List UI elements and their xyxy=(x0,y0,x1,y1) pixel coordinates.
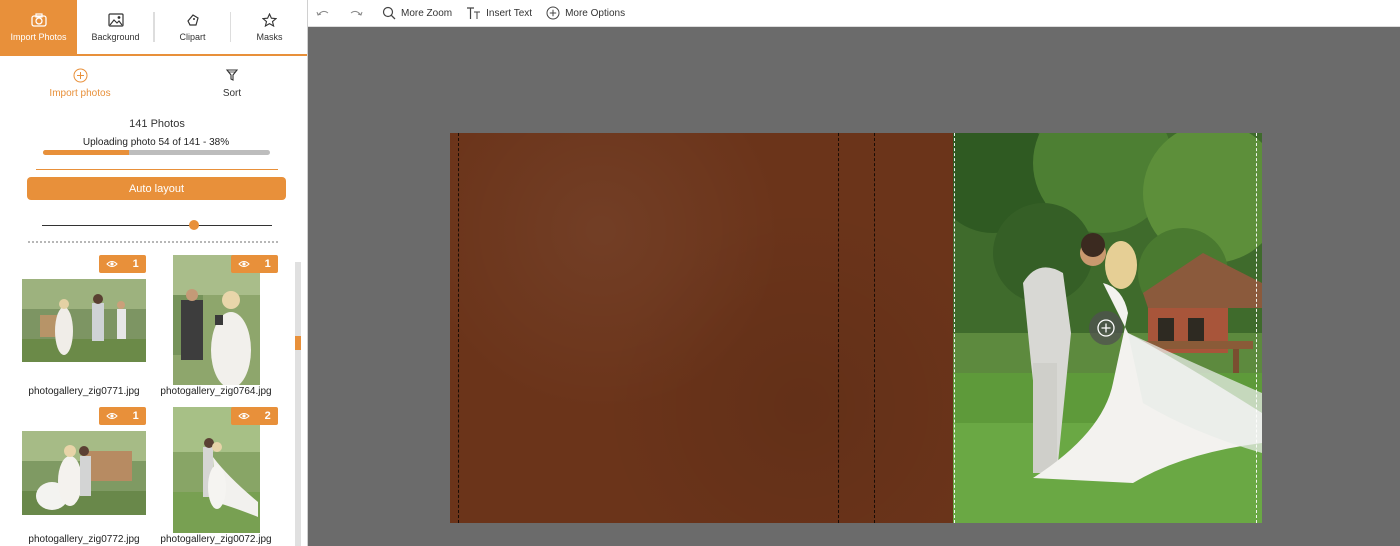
eye-icon xyxy=(238,413,250,419)
plus-circle-icon xyxy=(546,6,560,20)
photo-thumbnail[interactable]: 1 photogallery_zig0772.jpg xyxy=(22,407,146,546)
album-spread[interactable] xyxy=(450,133,1262,523)
photo-image xyxy=(22,279,146,362)
bleed-guide xyxy=(458,133,459,523)
star-icon xyxy=(262,12,277,28)
usage-count: 2 xyxy=(264,410,271,422)
tab-import-photos[interactable]: Import Photos xyxy=(0,0,77,54)
insert-text-label: Insert Text xyxy=(486,7,533,19)
usage-count: 1 xyxy=(132,258,139,270)
panel-actions: Import photos Sort xyxy=(0,68,307,104)
sort-icon xyxy=(225,68,239,84)
sort-label: Sort xyxy=(222,88,242,99)
clipart-icon xyxy=(185,12,201,28)
tab-label: Masks xyxy=(256,32,283,42)
upload-progress-bar xyxy=(43,150,270,155)
plus-circle-icon xyxy=(1097,319,1115,337)
slider-track xyxy=(42,225,272,226)
usage-count: 1 xyxy=(132,410,139,422)
slider-thumb[interactable] xyxy=(188,220,199,230)
photo-image xyxy=(173,255,260,385)
usage-count: 1 xyxy=(264,258,271,270)
image-icon xyxy=(107,12,124,28)
photo-bleed-guide xyxy=(1256,133,1257,523)
photo-image xyxy=(22,431,146,515)
more-options-button[interactable]: More Options xyxy=(546,6,625,20)
auto-layout-button[interactable]: Auto layout xyxy=(27,177,286,200)
eye-icon xyxy=(106,413,118,419)
plus-circle-icon xyxy=(73,68,88,84)
panel-tabs: Import Photos Background Clipart Masks xyxy=(0,0,307,56)
thumbnail-size-slider[interactable] xyxy=(42,218,272,232)
photo-bleed-guide xyxy=(954,133,955,523)
upload-progress-fill xyxy=(43,150,130,155)
more-zoom-label: More Zoom xyxy=(401,7,453,19)
camera-icon xyxy=(30,12,47,28)
photo-image xyxy=(173,407,260,533)
sort-button[interactable]: Sort xyxy=(202,68,262,99)
text-icon xyxy=(467,6,481,19)
eye-icon xyxy=(238,261,250,267)
usage-badge: 1 xyxy=(99,255,146,273)
tab-clipart[interactable]: Clipart xyxy=(154,0,231,54)
tab-label: Background xyxy=(91,32,140,42)
photo-count: 141 Photos xyxy=(129,118,185,130)
spine-guide-right xyxy=(874,133,875,523)
more-zoom-button[interactable]: More Zoom xyxy=(382,6,452,20)
photo-grid-scrollbar[interactable] xyxy=(295,262,301,546)
tab-masks[interactable]: Masks xyxy=(231,0,307,54)
import-photos-button[interactable]: Import photos xyxy=(40,68,120,99)
spine-guide-left xyxy=(838,133,839,523)
import-photos-label: Import photos xyxy=(49,88,111,99)
add-element-button[interactable] xyxy=(1089,311,1123,345)
magnifier-icon xyxy=(382,6,396,20)
photo-thumbnail[interactable]: 2 photogallery_zig0072.jpg xyxy=(154,407,278,546)
tab-label: Clipart xyxy=(179,32,206,42)
upload-status: Uploading photo 54 of 141 - 38% xyxy=(82,137,230,148)
cut-off-filenames-row xyxy=(28,241,278,245)
more-options-label: More Options xyxy=(565,7,626,19)
undo-icon xyxy=(316,10,329,16)
usage-badge: 2 xyxy=(231,407,278,425)
photo-filename: photogallery_zig0771.jpg xyxy=(28,386,140,397)
leather-cover[interactable] xyxy=(450,133,953,523)
left-panel: Import Photos Background Clipart Masks I… xyxy=(0,0,308,546)
insert-text-button[interactable]: Insert Text xyxy=(466,6,533,20)
undo-button[interactable] xyxy=(316,8,335,18)
scrollbar-thumb[interactable] xyxy=(295,336,301,350)
photo-filename: photogallery_zig0072.jpg xyxy=(160,534,272,545)
eye-icon xyxy=(106,261,118,267)
redo-button[interactable] xyxy=(349,8,368,18)
editor-toolbar: More Zoom Insert Text More Options xyxy=(308,0,1400,27)
tab-background[interactable]: Background xyxy=(77,0,154,54)
usage-badge: 1 xyxy=(231,255,278,273)
photo-thumbnail[interactable]: 1 photogallery_zig0764.jpg xyxy=(154,255,278,400)
usage-badge: 1 xyxy=(99,407,146,425)
photo-thumbnail[interactable]: 1 photogallery_zig0771.jpg xyxy=(22,255,146,400)
divider xyxy=(36,169,278,170)
tab-divider xyxy=(154,12,155,42)
photo-filename: photogallery_zig0772.jpg xyxy=(28,534,140,545)
tab-label: Import Photos xyxy=(10,32,67,42)
photo-filename: photogallery_zig0764.jpg xyxy=(160,386,272,397)
redo-icon xyxy=(350,10,363,16)
